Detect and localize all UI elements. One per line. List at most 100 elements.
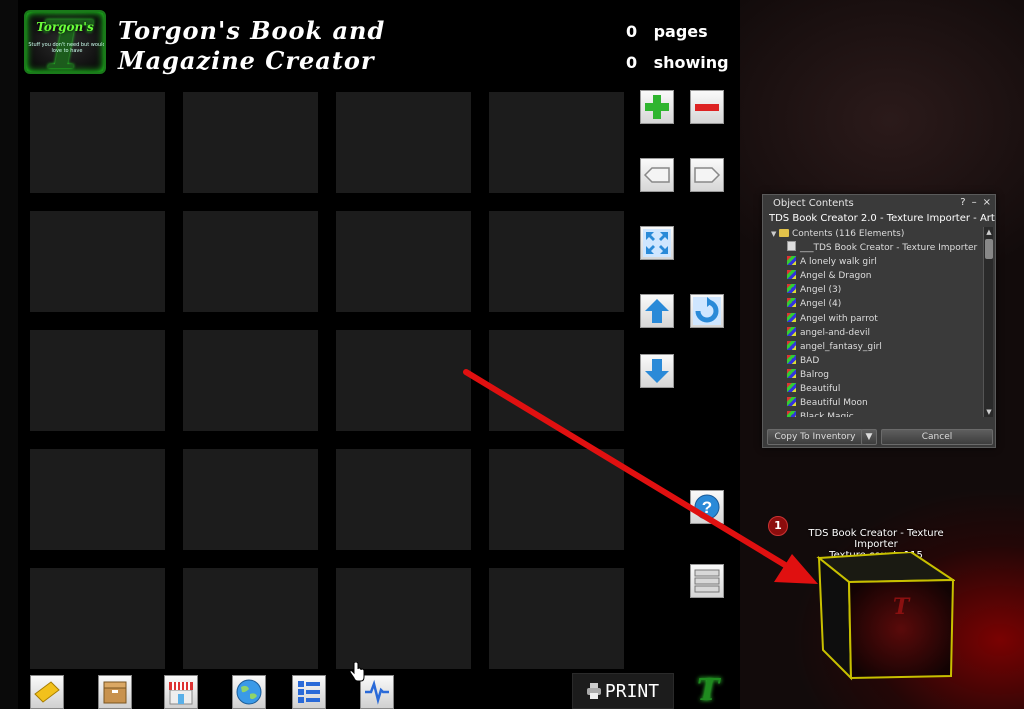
texture-icon [787, 326, 796, 336]
contents-item-label: angel-and-devil [800, 327, 870, 338]
object-badge: 1 [768, 516, 788, 536]
print-button[interactable]: PRINT [572, 673, 674, 709]
store-button[interactable] [164, 675, 198, 709]
contents-item-label: angel_fantasy_girl [800, 341, 882, 352]
page-slot[interactable] [489, 92, 624, 193]
pages-count: 0 [626, 22, 638, 41]
layers-button[interactable] [292, 675, 326, 709]
scroll-up-icon[interactable]: ▲ [984, 227, 994, 237]
hand-cursor-icon [349, 662, 365, 682]
object-hover-name: TDS Book Creator - Texture Importer [808, 528, 944, 550]
printer-icon [586, 683, 601, 699]
contents-list-item[interactable]: A lonely walk girl [767, 255, 983, 269]
scroll-down-icon[interactable]: ▼ [984, 407, 994, 417]
expand-button[interactable] [640, 226, 674, 260]
box-button[interactable] [98, 675, 132, 709]
copy-to-inventory-button[interactable]: Copy To Inventory [767, 429, 863, 445]
page-slot[interactable] [30, 330, 165, 431]
page-slot[interactable] [30, 92, 165, 193]
box-icon [103, 681, 127, 704]
contents-list-item[interactable]: Angel (4) [767, 297, 983, 311]
contents-item-label: Beautiful [800, 384, 841, 395]
move-up-button[interactable] [640, 294, 674, 328]
contents-list-item[interactable]: angel_fantasy_girl [767, 340, 983, 354]
globe-button[interactable] [232, 675, 266, 709]
page-slot[interactable] [30, 449, 165, 550]
store-icon [169, 682, 193, 705]
cancel-button[interactable]: Cancel [881, 429, 993, 445]
next-button[interactable] [690, 158, 724, 192]
contents-item-label: BAD [800, 355, 820, 366]
page-slot[interactable] [489, 211, 624, 312]
page-slot[interactable] [30, 568, 165, 669]
ticket-button[interactable] [30, 675, 64, 709]
page-slot[interactable] [489, 449, 624, 550]
page-slot[interactable] [336, 211, 471, 312]
contents-item-label: Angel (4) [800, 299, 842, 310]
move-down-button[interactable] [640, 354, 674, 388]
page-slot[interactable] [336, 449, 471, 550]
texture-icon [787, 368, 796, 378]
minimize-icon[interactable]: – [972, 197, 977, 208]
texture-icon [787, 270, 796, 280]
contents-list-item[interactable]: Beautiful [767, 382, 983, 396]
script-icon [787, 241, 796, 252]
pages-label: pages [653, 22, 708, 41]
page-slot[interactable] [183, 211, 318, 312]
page-slot[interactable] [489, 568, 624, 669]
previous-button[interactable] [640, 158, 674, 192]
contents-list-item[interactable]: Black Magic [767, 410, 983, 417]
page-slot[interactable] [183, 92, 318, 193]
page-slot[interactable] [336, 330, 471, 431]
contents-item-label: Beautiful Moon [800, 398, 868, 409]
contents-root-folder[interactable]: ▼ Contents (116 Elements) [767, 227, 983, 241]
page-slot[interactable] [336, 568, 471, 669]
copy-options-dropdown[interactable]: ▼ [861, 429, 877, 445]
texture-icon [787, 298, 796, 308]
green-plus-icon [645, 95, 669, 119]
page-slot[interactable] [336, 92, 471, 193]
page-slot[interactable] [183, 449, 318, 550]
help-button[interactable]: ? [690, 490, 724, 524]
contents-list-item[interactable]: angel-and-devil [767, 326, 983, 340]
torgons-mini-logo-icon: T [696, 673, 720, 708]
title-line-1: Torgon's Book and [118, 16, 386, 45]
remove-page-button[interactable] [690, 90, 724, 124]
help-icon[interactable]: ? [960, 197, 965, 208]
object-contents-dialog: Object Contents ? – × TDS Book Creator 2… [762, 194, 996, 448]
page-slot[interactable] [183, 330, 318, 431]
contents-list-item[interactable]: Angel with parrot [767, 312, 983, 326]
globe-icon [236, 679, 262, 705]
contents-list-item[interactable]: BAD [767, 354, 983, 368]
svg-text:?: ? [702, 498, 712, 517]
close-icon[interactable]: × [983, 197, 991, 208]
contents-item-label: A lonely walk girl [800, 257, 877, 268]
rotate-button[interactable] [690, 294, 724, 328]
contents-tree[interactable]: ▼ Contents (116 Elements) ___TDS Book Cre… [767, 227, 983, 417]
add-page-button[interactable] [640, 90, 674, 124]
dialog-titlebar[interactable]: Object Contents ? – × [763, 195, 995, 211]
contents-item-label: Balrog [800, 369, 829, 380]
list-icon [694, 569, 720, 593]
contents-list-item[interactable]: Balrog [767, 368, 983, 382]
logo-tagline: Stuff you don't need but would love to h… [28, 42, 106, 54]
left-arrow-icon [643, 167, 670, 183]
page-slot[interactable] [183, 568, 318, 669]
showing-count: 0 [626, 53, 638, 72]
rotate-icon [693, 297, 721, 325]
chevron-down-icon[interactable]: ▼ [771, 227, 779, 241]
contents-list-item[interactable]: Angel (3) [767, 283, 983, 297]
contents-list-item[interactable]: ___TDS Book Creator - Texture Importer [767, 241, 983, 255]
contents-list-item[interactable]: Angel & Dragon [767, 269, 983, 283]
page-slot[interactable] [489, 330, 624, 431]
scroll-thumb[interactable] [985, 239, 993, 259]
page-slot[interactable] [30, 211, 165, 312]
list-button[interactable] [690, 564, 724, 598]
blue-up-arrow-icon [645, 299, 669, 323]
blue-down-arrow-icon [645, 359, 669, 383]
logo-brand-text: Torgon's [36, 20, 94, 34]
contents-scrollbar[interactable]: ▲ ▼ [983, 227, 993, 417]
activity-button[interactable] [360, 675, 394, 709]
contents-list-item[interactable]: Beautiful Moon [767, 396, 983, 410]
texture-importer-cube[interactable]: T [815, 552, 955, 682]
